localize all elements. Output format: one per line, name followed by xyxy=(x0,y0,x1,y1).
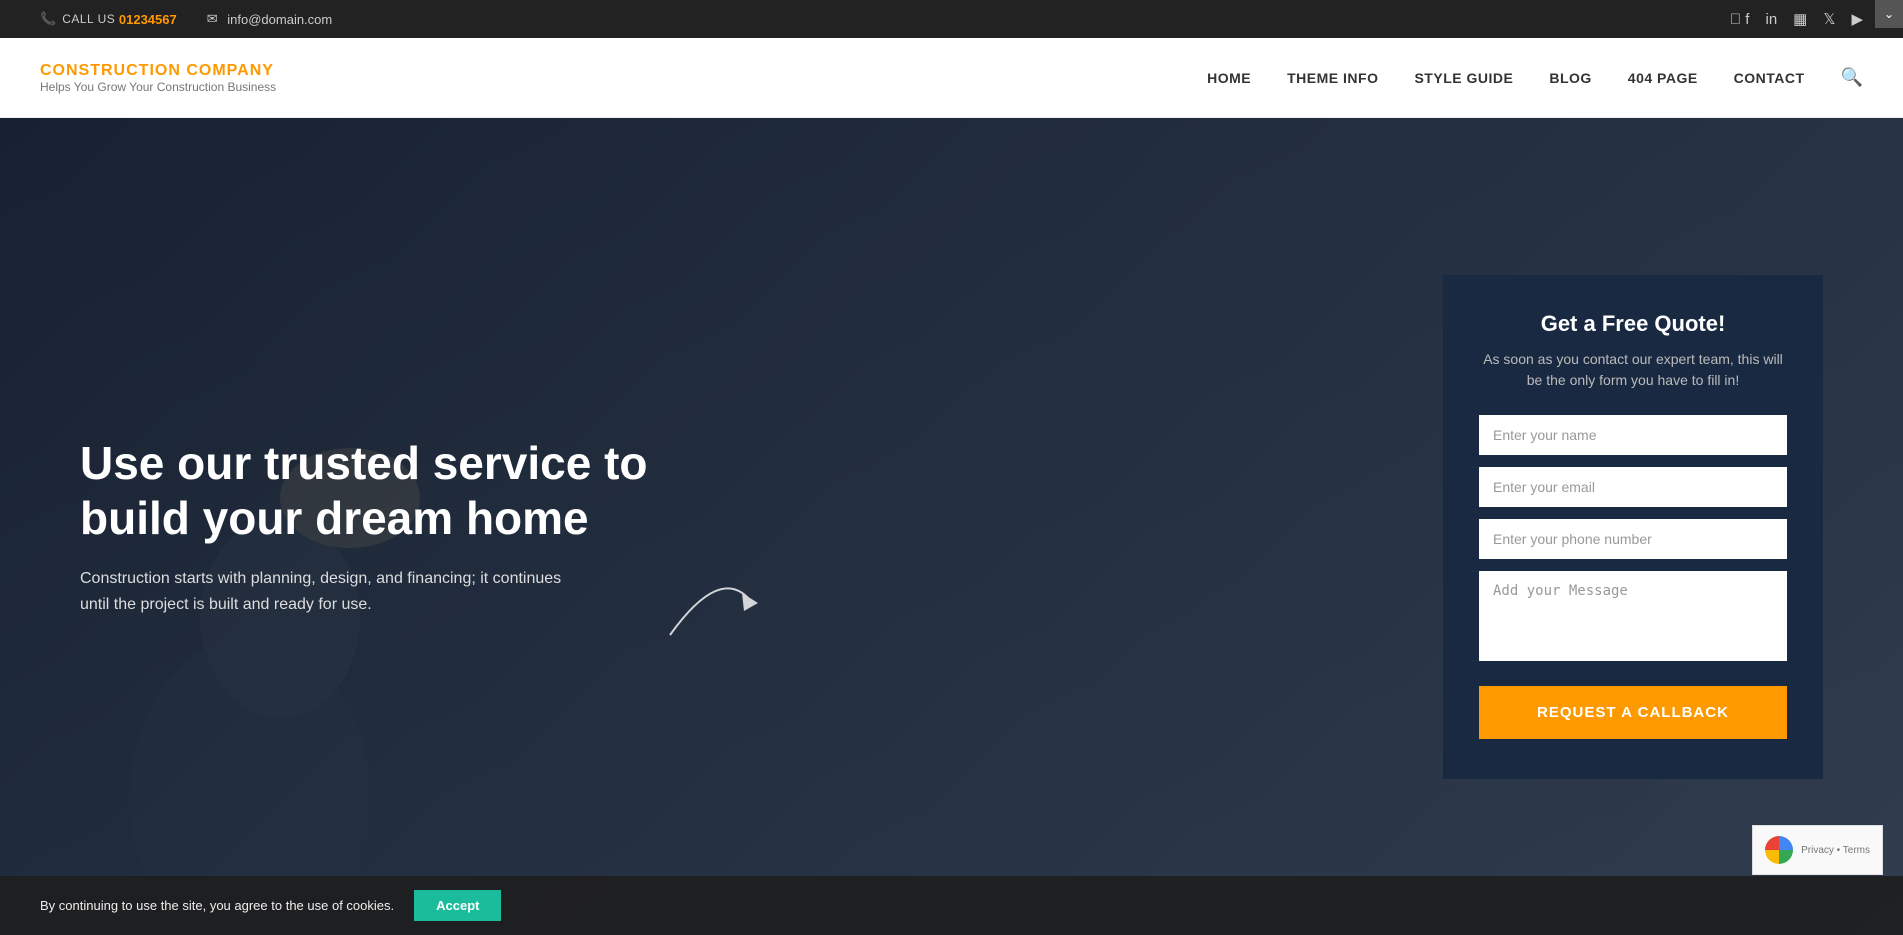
topbar-social:  f in ▦ 𝕏 ▶ xyxy=(1730,10,1863,28)
quote-form: Get a Free Quote! As soon as you contact… xyxy=(1443,275,1823,779)
brand-tagline: Helps You Grow Your Construction Busines… xyxy=(40,80,276,94)
collapse-button[interactable]: ⌄ xyxy=(1875,0,1903,28)
nav-404[interactable]: 404 PAGE xyxy=(1628,70,1698,86)
name-input[interactable] xyxy=(1479,415,1787,455)
email-address[interactable]: info@domain.com xyxy=(227,12,332,27)
quote-form-title: Get a Free Quote! xyxy=(1479,311,1787,337)
nav-theme-info[interactable]: THEME INFO xyxy=(1287,70,1378,86)
hero-title: Use our trusted service to build your dr… xyxy=(80,436,660,546)
message-input[interactable] xyxy=(1479,571,1787,661)
quote-form-subtitle: As soon as you contact our expert team, … xyxy=(1479,349,1787,391)
cookie-bar-left: By continuing to use the site, you agree… xyxy=(40,890,501,921)
hero-section: Use our trusted service to build your dr… xyxy=(0,118,1903,935)
cookie-message: By continuing to use the site, you agree… xyxy=(40,898,394,913)
recaptcha-widget: Privacy • Terms xyxy=(1752,825,1883,875)
email-input[interactable] xyxy=(1479,467,1787,507)
search-icon[interactable]: 🔍 xyxy=(1841,67,1863,88)
linkedin-icon[interactable]: in xyxy=(1765,11,1777,28)
youtube-icon[interactable]: ▶ xyxy=(1851,10,1863,28)
call-label: CALL US xyxy=(62,12,115,26)
nav-blog[interactable]: BLOG xyxy=(1549,70,1591,86)
nav-contact[interactable]: CONTACT xyxy=(1734,70,1805,86)
hero-subtitle: Construction starts with planning, desig… xyxy=(80,566,580,617)
brand-name[interactable]: CONSTRUCTION COMPANY xyxy=(40,62,276,80)
navbar: CONSTRUCTION COMPANY Helps You Grow Your… xyxy=(0,38,1903,118)
nav-links: HOME THEME INFO STYLE GUIDE BLOG 404 PAG… xyxy=(1207,67,1863,88)
hero-content: Use our trusted service to build your dr… xyxy=(0,275,1903,779)
accept-cookies-button[interactable]: Accept xyxy=(414,890,501,921)
nav-style-guide[interactable]: STYLE GUIDE xyxy=(1414,70,1513,86)
phone-icon: 📞 xyxy=(40,11,56,27)
twitter-icon[interactable]: 𝕏 xyxy=(1823,10,1835,28)
phone-number[interactable]: 01234567 xyxy=(119,12,177,27)
recaptcha-logo xyxy=(1765,836,1793,864)
callback-button[interactable]: REQUEST A CALLBACK xyxy=(1479,686,1787,739)
recaptcha-text: Privacy • Terms xyxy=(1801,844,1870,857)
cookie-bar: By continuing to use the site, you agree… xyxy=(0,876,1903,935)
hero-text: Use our trusted service to build your dr… xyxy=(80,436,660,618)
brand-logo: CONSTRUCTION COMPANY Helps You Grow Your… xyxy=(40,62,276,94)
facebook-icon[interactable]:  f xyxy=(1730,11,1750,28)
topbar-left: 📞 CALL US 01234567 ✉ info@domain.com xyxy=(40,11,332,27)
phone-info: 📞 CALL US 01234567 xyxy=(40,11,177,27)
email-icon: ✉ xyxy=(207,11,218,27)
nav-home[interactable]: HOME xyxy=(1207,70,1251,86)
phone-input[interactable] xyxy=(1479,519,1787,559)
topbar: 📞 CALL US 01234567 ✉ info@domain.com  f… xyxy=(0,0,1903,38)
email-info: ✉ info@domain.com xyxy=(207,11,333,27)
instagram-icon[interactable]: ▦ xyxy=(1793,10,1807,28)
